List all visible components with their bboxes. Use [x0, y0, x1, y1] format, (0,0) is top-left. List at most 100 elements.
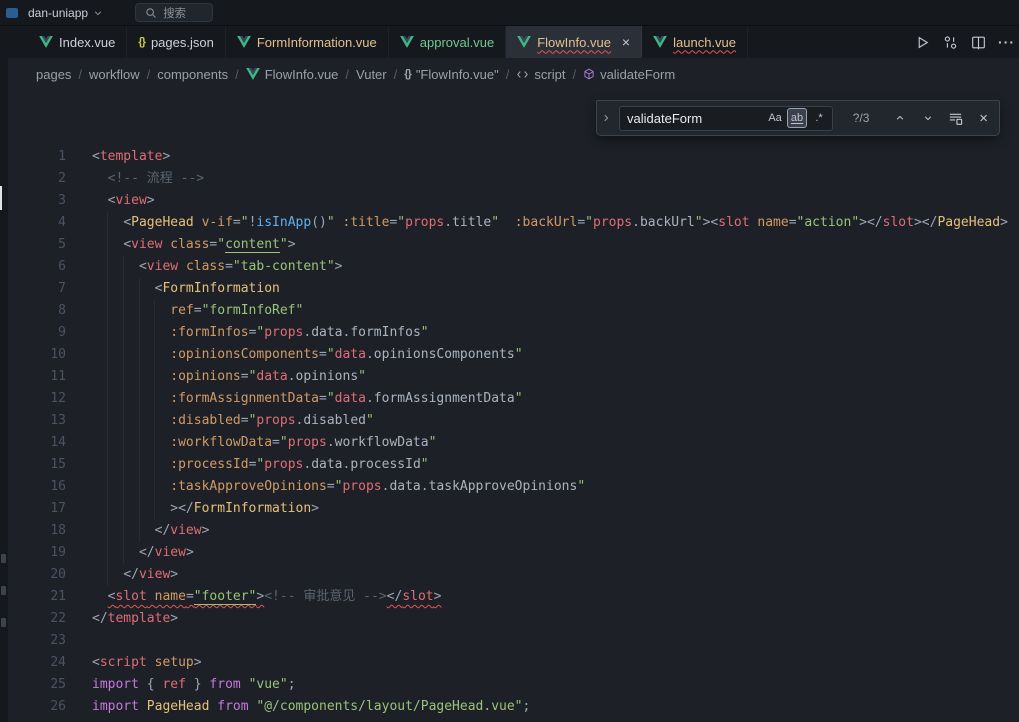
breadcrumb-separator: / — [572, 67, 576, 82]
line-number: 24 — [8, 652, 66, 674]
editor-actions: ··· — [910, 26, 1019, 58]
line-number: 25 — [8, 674, 66, 696]
line-content: <view class="content"> — [92, 234, 296, 256]
vue-icon — [237, 36, 251, 48]
breadcrumb-item[interactable]: script — [516, 67, 565, 82]
line-number: 23 — [8, 630, 66, 652]
breadcrumb-separator: / — [345, 67, 349, 82]
line-number: 4 — [8, 212, 66, 234]
find-input[interactable] — [627, 111, 763, 126]
open-changes-button[interactable] — [938, 30, 963, 55]
close-icon: × — [979, 110, 988, 127]
line-number: 22 — [8, 608, 66, 630]
breadcrumb-item[interactable]: validateForm — [583, 67, 675, 82]
tab-label: FormInformation.vue — [257, 35, 377, 50]
line-content: :processId="props.data.processId" — [92, 454, 429, 476]
code-lines: 1<template>2 <!-- 流程 -->3 <view>4 <PageH… — [0, 90, 1019, 718]
regex-button[interactable]: .* — [809, 108, 829, 128]
editor-tab[interactable]: FormInformation.vue — [226, 26, 389, 58]
line-content: import PageHead from "@/components/layou… — [92, 696, 530, 718]
tab-label: launch.vue — [673, 35, 736, 50]
line-number: 21 — [8, 586, 66, 608]
find-previous-button[interactable] — [889, 106, 912, 130]
line-number: 17 — [8, 498, 66, 520]
editor-tab[interactable]: Index.vue — [28, 26, 127, 58]
breadcrumb-item[interactable]: pages — [36, 67, 71, 82]
match-case-button[interactable]: Aa — [765, 108, 785, 128]
method-icon — [583, 68, 595, 80]
compare-icon — [943, 35, 958, 50]
active-view-indicator — [0, 186, 2, 210]
code-line: 3 <view> — [8, 190, 1019, 212]
code-line: 18 </view> — [8, 520, 1019, 542]
breadcrumb-item[interactable]: Vuter — [356, 67, 387, 82]
code-line: 1<template> — [8, 146, 1019, 168]
vue-icon — [653, 36, 667, 48]
more-actions-button[interactable]: ··· — [994, 30, 1019, 55]
line-number: 15 — [8, 454, 66, 476]
line-content: :formAssignmentData="data.formAssignment… — [92, 388, 523, 410]
code-line: 10 :opinionsComponents="data.opinionsCom… — [8, 344, 1019, 366]
tab-label: Index.vue — [59, 35, 115, 50]
tab-close-button[interactable]: × — [622, 35, 630, 49]
code-line: 14 :workflowData="props.workflowData" — [8, 432, 1019, 454]
code-line: 24 <script setup> — [8, 652, 1019, 674]
code-line: 26 import PageHead from "@/components/lay… — [8, 696, 1019, 718]
breadcrumb: pages / workflow / components / FlowInfo.vue / V… — [0, 58, 1019, 90]
code-line: 21 <slot name="footer"><!-- 审批意见 --></sl… — [8, 586, 1019, 608]
tab-label: approval.vue — [420, 35, 494, 50]
breadcrumb-separator: / — [78, 67, 82, 82]
editor-pane[interactable]: Aa ab .* ?/3 × 1<template>2 <!-- 流程 -->3… — [0, 90, 1019, 722]
line-number: 26 — [8, 696, 66, 718]
editor-tab[interactable]: approval.vue — [389, 26, 506, 58]
find-next-button[interactable] — [917, 106, 940, 130]
line-content: :formInfos="props.data.formInfos" — [92, 322, 429, 344]
line-number: 1 — [8, 146, 66, 168]
line-content: <!-- 流程 --> — [92, 168, 204, 190]
editor-tab[interactable]: FlowInfo.vue× — [506, 26, 642, 58]
activity-bar-item-fragment — [1, 586, 6, 595]
chevron-down-icon — [93, 8, 103, 18]
line-content: <view> — [92, 190, 155, 212]
line-content: </template> — [92, 608, 178, 630]
whole-word-button[interactable]: ab — [787, 108, 807, 128]
global-search-box[interactable]: 搜索 — [135, 3, 213, 22]
find-close-button[interactable]: × — [972, 106, 995, 130]
split-editor-button[interactable] — [966, 30, 991, 55]
code-line: 20 </view> — [8, 564, 1019, 586]
editor-tab[interactable]: launch.vue — [642, 26, 748, 58]
json-icon: {} — [138, 36, 145, 48]
find-in-selection-button[interactable] — [945, 106, 968, 130]
workspace-menu[interactable]: dan-uniapp — [28, 6, 103, 20]
vue-icon — [246, 68, 260, 80]
code-line: 6 <view class="tab-content"> — [8, 256, 1019, 278]
breadcrumb-label: "FlowInfo.vue" — [416, 67, 499, 82]
code-line: 8 ref="formInfoRef" — [8, 300, 1019, 322]
breadcrumb-item[interactable]: workflow — [89, 67, 140, 82]
line-content: <script setup> — [92, 652, 202, 674]
ellipsis-icon: ··· — [998, 34, 1015, 50]
line-content: </view> — [92, 564, 178, 586]
editor-tab[interactable]: {}pages.json — [127, 26, 225, 58]
line-number: 3 — [8, 190, 66, 212]
breadcrumb-separator: / — [147, 67, 151, 82]
line-number: 10 — [8, 344, 66, 366]
toggle-replace-button[interactable] — [597, 101, 614, 135]
find-match-count: ?/3 — [838, 111, 884, 125]
chevron-up-icon — [895, 113, 905, 123]
breadcrumb-label: validateForm — [600, 67, 675, 82]
breadcrumb-item[interactable]: components — [157, 67, 228, 82]
search-icon — [145, 7, 157, 19]
code-line: 12 :formAssignmentData="data.formAssignm… — [8, 388, 1019, 410]
line-number: 20 — [8, 564, 66, 586]
line-number: 16 — [8, 476, 66, 498]
breadcrumb-item[interactable]: {}"FlowInfo.vue" — [404, 67, 499, 82]
line-content: <PageHead v-if="!isInApp()" :title="prop… — [92, 212, 1008, 234]
line-number: 11 — [8, 366, 66, 388]
run-button[interactable] — [910, 30, 935, 55]
breadcrumb-item[interactable]: FlowInfo.vue — [246, 67, 339, 82]
line-content: <slot name="footer"><!-- 审批意见 --></slot> — [92, 586, 441, 608]
line-number: 18 — [8, 520, 66, 542]
line-number: 14 — [8, 432, 66, 454]
code-line: 25import { ref } from "vue"; — [8, 674, 1019, 696]
